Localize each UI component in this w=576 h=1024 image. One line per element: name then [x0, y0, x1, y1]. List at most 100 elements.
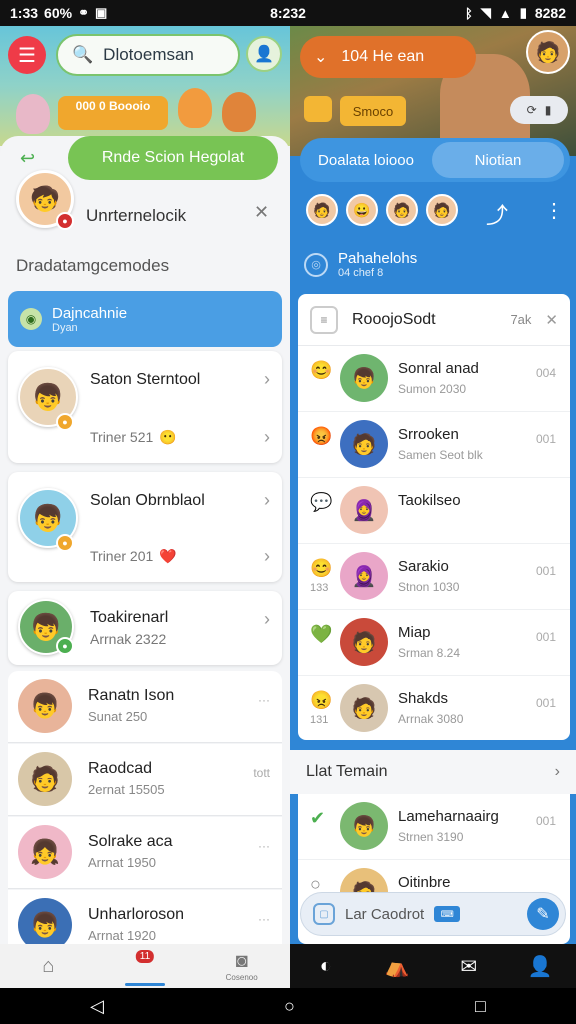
- profile-icon[interactable]: 👤: [505, 944, 576, 988]
- active-title: Dajncahnie: [52, 304, 128, 322]
- panel-header: ≡ RooojoSodt 7ak ✕: [298, 294, 570, 346]
- group-title: Pahahelohs: [338, 250, 418, 267]
- status-bar: 1:33 60% ⚭ ▣ 8:232 ᛒ ◥ ▲ ▮ 8282: [0, 0, 576, 26]
- battery-icon: ▮: [519, 5, 527, 20]
- avatar[interactable]: 🧑: [306, 194, 338, 226]
- chat-row[interactable]: 💚 🧑 Miap Srman 8.24 001: [298, 610, 570, 676]
- contacts-tab[interactable]: ◙ Cosenoo: [193, 944, 290, 988]
- chat-meta: 001: [535, 432, 556, 446]
- avatar: 👧: [18, 825, 72, 879]
- group-header[interactable]: ◎ Pahahelohs 04 chef 8: [304, 250, 417, 279]
- host-avatar[interactable]: 🧑: [526, 30, 570, 74]
- signal-icon: ▲: [498, 5, 512, 21]
- chats-tab[interactable]: 11: [97, 944, 194, 988]
- chat-sub: Sumon 2030: [398, 382, 467, 396]
- wifi-icon: ◥: [480, 5, 491, 20]
- message-input[interactable]: ▢ Lar Caodrot ⌨ ✎: [300, 892, 566, 936]
- contact-sub: 2ernat 15505: [88, 782, 165, 797]
- chat-name: Taokilseo: [398, 492, 461, 509]
- live-tag[interactable]: Smoco: [340, 96, 406, 126]
- avatar[interactable]: 😀: [346, 194, 378, 226]
- video-bar[interactable]: ⌄ 104 He ean: [300, 36, 476, 78]
- tab-notifications[interactable]: Niotian: [432, 142, 564, 178]
- inbox-icon[interactable]: ✉: [433, 944, 505, 988]
- recents-icon[interactable]: □: [475, 996, 486, 1017]
- group-sub: 04 chef 8: [338, 267, 384, 279]
- status-battery-pct: 60%: [44, 5, 73, 21]
- store-icon[interactable]: ⛺: [362, 944, 434, 988]
- bottom-tab-bar-left: ⌂ 11 ◙ Cosenoo: [0, 944, 290, 988]
- chat-sub: Samen Seot blk: [398, 448, 483, 462]
- share-icon[interactable]: ⤴: [486, 198, 508, 230]
- menu-icon[interactable]: ☰: [8, 36, 46, 74]
- active-conversation[interactable]: ◉ Dajncahnie Dyan: [8, 291, 282, 347]
- close-icon[interactable]: ✕: [254, 202, 269, 223]
- chat-row[interactable]: 😠 131 🧑 Shakds Arrnak 3080 001: [298, 676, 570, 742]
- refresh-icon[interactable]: ⟳: [527, 103, 537, 117]
- camera-icon[interactable]: ▮: [545, 103, 552, 117]
- chevron-down-icon[interactable]: ⌄: [314, 47, 327, 67]
- my-name: Unrternelocik: [86, 206, 187, 225]
- tag-icon: [304, 96, 332, 122]
- list-item[interactable]: 👦 Ranatn Ison Sunat 250 ···: [8, 671, 282, 743]
- section-title: Dradatamgcemodes: [16, 256, 170, 275]
- left-pane: ☰ 🔍 Dlotoemsan 👤 000 0 Boooio ↩ Rnde Sci…: [0, 26, 290, 944]
- contact-name: Solrake aca: [88, 833, 173, 850]
- keyboard-icon[interactable]: ⌨: [434, 906, 461, 922]
- avatar[interactable]: 🧑: [386, 194, 418, 226]
- explore-icon[interactable]: ◐: [290, 944, 362, 988]
- more-icon[interactable]: ···: [258, 839, 270, 853]
- chat-panel: ≡ RooojoSodt 7ak ✕ 😊 👦 Sonral anad Sumon…: [298, 294, 570, 740]
- cartoon-character-icon: [222, 92, 256, 132]
- avatar: 🧕: [340, 552, 388, 600]
- profile-icon[interactable]: 👤: [246, 36, 282, 72]
- chat-row[interactable]: 💬 🧕 Taokilseo: [298, 478, 570, 544]
- attach-icon[interactable]: ▢: [313, 903, 335, 925]
- tab-details[interactable]: Doalata loiooo: [300, 142, 432, 178]
- bluetooth-icon: ᛒ: [465, 5, 473, 21]
- avatar: 🧑: [340, 684, 388, 732]
- chat-sub: Arrnak 3080: [398, 712, 464, 726]
- more-icon[interactable]: ···: [258, 693, 270, 707]
- chat-sub: Stnon 1030: [398, 580, 460, 594]
- banner-chip[interactable]: Rnde Scion Hegolat: [68, 136, 278, 180]
- list-item[interactable]: 👦 ● Toakirenarl Arrnak 2322 ›: [8, 591, 282, 665]
- link-icon: ⚭: [78, 5, 89, 20]
- unread-badge: 11: [135, 950, 155, 963]
- search-input[interactable]: 🔍 Dlotoemsan: [56, 34, 240, 76]
- more-icon[interactable]: ···: [258, 912, 270, 926]
- list-item[interactable]: 👦 ● Solan Obrnblaol Triner 201 ❤️ › ›: [8, 472, 282, 582]
- list-header[interactable]: Llat Temain ›: [290, 750, 576, 794]
- video-banner: ⌄ 104 He ean 🧑 Smoco ⟳ ▮: [290, 26, 576, 156]
- contact-sub: Triner 201 ❤️: [90, 548, 177, 564]
- group-icon: ◉: [20, 308, 42, 330]
- chat-row[interactable]: ✔ 👦 Lameharnaairg Strnen 3190 001: [298, 794, 570, 860]
- more-vertical-icon[interactable]: ⋮: [544, 198, 564, 223]
- send-icon[interactable]: ✎: [527, 898, 559, 930]
- close-icon[interactable]: ✕: [545, 311, 558, 329]
- message-placeholder: Lar Caodrot: [345, 905, 425, 923]
- reaction-icon: 💚: [310, 624, 333, 644]
- contact-sub: Arrnat 1950: [88, 855, 156, 870]
- chat-row[interactable]: 😡 🧑 Srrooken Samen Seot blk 001: [298, 412, 570, 478]
- avatar: 👦: [18, 679, 72, 733]
- chat-row[interactable]: 😊 👦 Sonral anad Sumon 2030 004: [298, 346, 570, 412]
- contact-name: Saton Sterntool: [90, 371, 201, 388]
- chevron-right-icon: ›: [264, 369, 270, 389]
- list-item[interactable]: 👧 Solrake aca Arrnat 1950 ···: [8, 817, 282, 889]
- list-item[interactable]: 🧑 Raodcad 2ernat 15505 tott: [8, 744, 282, 816]
- avatar[interactable]: 🧑: [426, 194, 458, 226]
- active-sub: Dyan: [52, 321, 78, 334]
- left-banner: ☰ 🔍 Dlotoemsan 👤 000 0 Boooio: [0, 26, 290, 146]
- back-arrow-icon[interactable]: ↩: [20, 148, 35, 169]
- back-icon[interactable]: ◁: [90, 996, 104, 1017]
- chat-row[interactable]: 😊 133 🧕 Sarakio Stnon 1030 001: [298, 544, 570, 610]
- list-item[interactable]: 👦 Unharloroson Arrnat 1920 ···: [8, 890, 282, 944]
- home-icon[interactable]: ⌂: [0, 944, 97, 988]
- chevron-right-icon: ›: [264, 546, 270, 566]
- home-circle-icon[interactable]: ○: [284, 996, 295, 1017]
- avatar: 👦: [340, 354, 388, 402]
- promo-tag[interactable]: 000 0 Boooio: [58, 96, 168, 130]
- video-controls[interactable]: ⟳ ▮: [510, 96, 568, 124]
- list-item[interactable]: 👦 ● Saton Sterntool Triner 521 😶 › ›: [8, 351, 282, 463]
